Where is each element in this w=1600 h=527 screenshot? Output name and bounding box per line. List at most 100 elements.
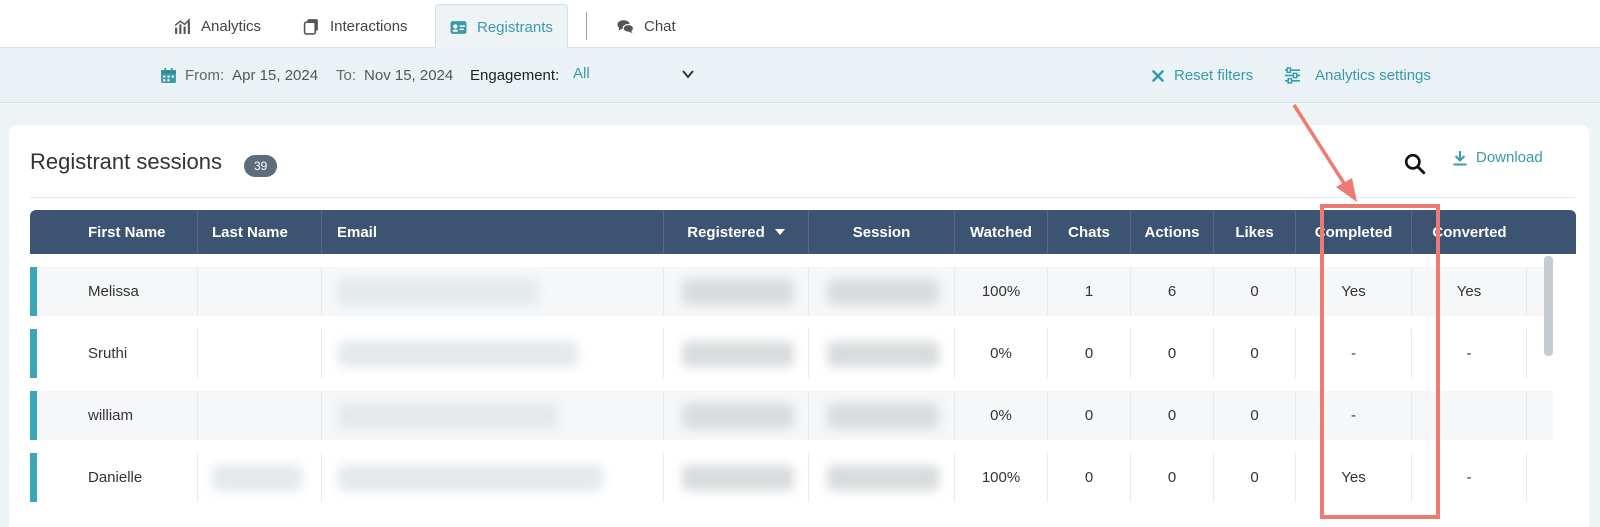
completed-column-highlight <box>1320 204 1440 519</box>
cell-watched: 100% <box>955 453 1048 502</box>
tab-interactions[interactable]: Interactions <box>303 4 408 48</box>
tab-analytics[interactable]: Analytics <box>174 4 261 48</box>
to-value: Nov 15, 2024 <box>364 67 454 84</box>
redacted-session <box>827 341 939 367</box>
redacted-email <box>338 403 558 429</box>
redacted-email <box>338 279 538 305</box>
tab-analytics-label: Analytics <box>201 17 262 35</box>
date-from-filter[interactable]: From: Apr 15, 2024 <box>160 48 318 103</box>
sliders-icon <box>1285 67 1300 84</box>
cell-registered <box>664 453 809 502</box>
cell-chats: 0 <box>1048 391 1131 440</box>
cell-registered <box>664 329 809 378</box>
cell-email <box>322 329 664 378</box>
redacted-email <box>338 341 578 367</box>
cell-actions: 0 <box>1131 453 1214 502</box>
col-watched[interactable]: Watched <box>955 210 1048 254</box>
cell-chats: 0 <box>1048 453 1131 502</box>
close-icon <box>1152 69 1164 82</box>
cell-session <box>809 453 955 502</box>
cards-icon <box>303 18 318 35</box>
cell-watched: 0% <box>955 391 1048 440</box>
cell-email <box>322 267 664 316</box>
redacted-email <box>338 465 603 491</box>
cell-registered <box>664 391 809 440</box>
cell-last-name <box>198 329 322 378</box>
cell-likes: 0 <box>1214 329 1296 378</box>
chat-bubbles-icon <box>617 19 634 33</box>
from-value: Apr 15, 2024 <box>232 67 319 84</box>
redacted-last-name <box>212 465 302 491</box>
bar-chart-icon <box>174 18 191 34</box>
redacted-registered <box>682 403 794 429</box>
engagement-filter: Engagement: <box>470 48 573 103</box>
date-to-filter[interactable]: To: Nov 15, 2024 <box>336 48 453 103</box>
cell-registered <box>664 267 809 316</box>
cell-watched: 0% <box>955 329 1048 378</box>
col-email[interactable]: Email <box>322 210 664 254</box>
cell-actions: 0 <box>1131 391 1214 440</box>
search-icon[interactable] <box>1404 153 1426 175</box>
redacted-session <box>827 403 939 429</box>
engagement-value: All <box>573 65 590 82</box>
col-likes[interactable]: Likes <box>1214 210 1296 254</box>
tab-registrants[interactable]: Registrants <box>435 4 568 49</box>
analytics-settings-label: Analytics settings <box>1315 67 1431 84</box>
download-button[interactable]: Download <box>1452 149 1543 166</box>
cell-email <box>322 391 664 440</box>
filter-bar: From: Apr 15, 2024 To: Nov 15, 2024 Enga… <box>0 48 1600 103</box>
reset-filters-button[interactable]: Reset filters <box>1152 48 1253 103</box>
cell-chats: 1 <box>1048 267 1131 316</box>
download-icon <box>1453 150 1467 165</box>
tab-interactions-label: Interactions <box>330 17 408 35</box>
cell-watched: 100% <box>955 267 1048 316</box>
cell-likes: 0 <box>1214 267 1296 316</box>
from-label: From: <box>185 67 225 84</box>
redacted-registered <box>682 465 794 491</box>
tab-chat[interactable]: Chat <box>617 4 676 48</box>
cell-first-name: Sruthi <box>30 329 198 378</box>
download-label: Download <box>1476 149 1543 166</box>
redacted-registered <box>682 279 794 305</box>
count-badge: 39 <box>244 155 278 177</box>
redacted-session <box>827 279 939 305</box>
tab-registrants-label: Registrants <box>477 18 553 36</box>
cell-last-name <box>198 453 322 502</box>
cell-actions: 6 <box>1131 267 1214 316</box>
tab-divider <box>586 12 587 40</box>
col-actions[interactable]: Actions <box>1131 210 1214 254</box>
tab-bar: Analytics Interactions Registrants Chat <box>0 0 1600 49</box>
col-session[interactable]: Session <box>809 210 955 254</box>
col-last-name[interactable]: Last Name <box>198 210 322 254</box>
col-chats[interactable]: Chats <box>1048 210 1131 254</box>
cell-actions: 0 <box>1131 329 1214 378</box>
vertical-scrollbar[interactable] <box>1544 256 1553 356</box>
cell-chats: 0 <box>1048 329 1131 378</box>
page-title: Registrant sessions <box>30 149 222 174</box>
engagement-label: Engagement: <box>470 67 560 84</box>
redacted-registered <box>682 341 794 367</box>
chevron-down-icon[interactable] <box>680 66 696 82</box>
cell-first-name: william <box>30 391 198 440</box>
cell-last-name <box>198 391 322 440</box>
col-registered[interactable]: Registered <box>664 210 809 254</box>
redacted-session <box>827 465 939 491</box>
reset-filters-label: Reset filters <box>1174 67 1254 84</box>
analytics-settings-button[interactable]: Analytics settings <box>1284 48 1431 103</box>
cell-likes: 0 <box>1214 391 1296 440</box>
cell-first-name: Danielle <box>30 453 198 502</box>
cell-likes: 0 <box>1214 453 1296 502</box>
cell-first-name: Melissa <box>30 267 198 316</box>
cell-email <box>322 453 664 502</box>
cell-session <box>809 329 955 378</box>
col-first-name[interactable]: First Name <box>30 210 198 254</box>
sort-desc-icon <box>774 229 785 235</box>
engagement-select[interactable]: All <box>573 46 590 101</box>
calendar-icon <box>161 68 176 83</box>
col-registered-label: Registered <box>687 223 765 241</box>
cell-last-name <box>198 267 322 316</box>
id-card-icon <box>450 20 467 34</box>
to-label: To: <box>336 67 357 84</box>
divider <box>30 197 1575 198</box>
cell-session <box>809 267 955 316</box>
